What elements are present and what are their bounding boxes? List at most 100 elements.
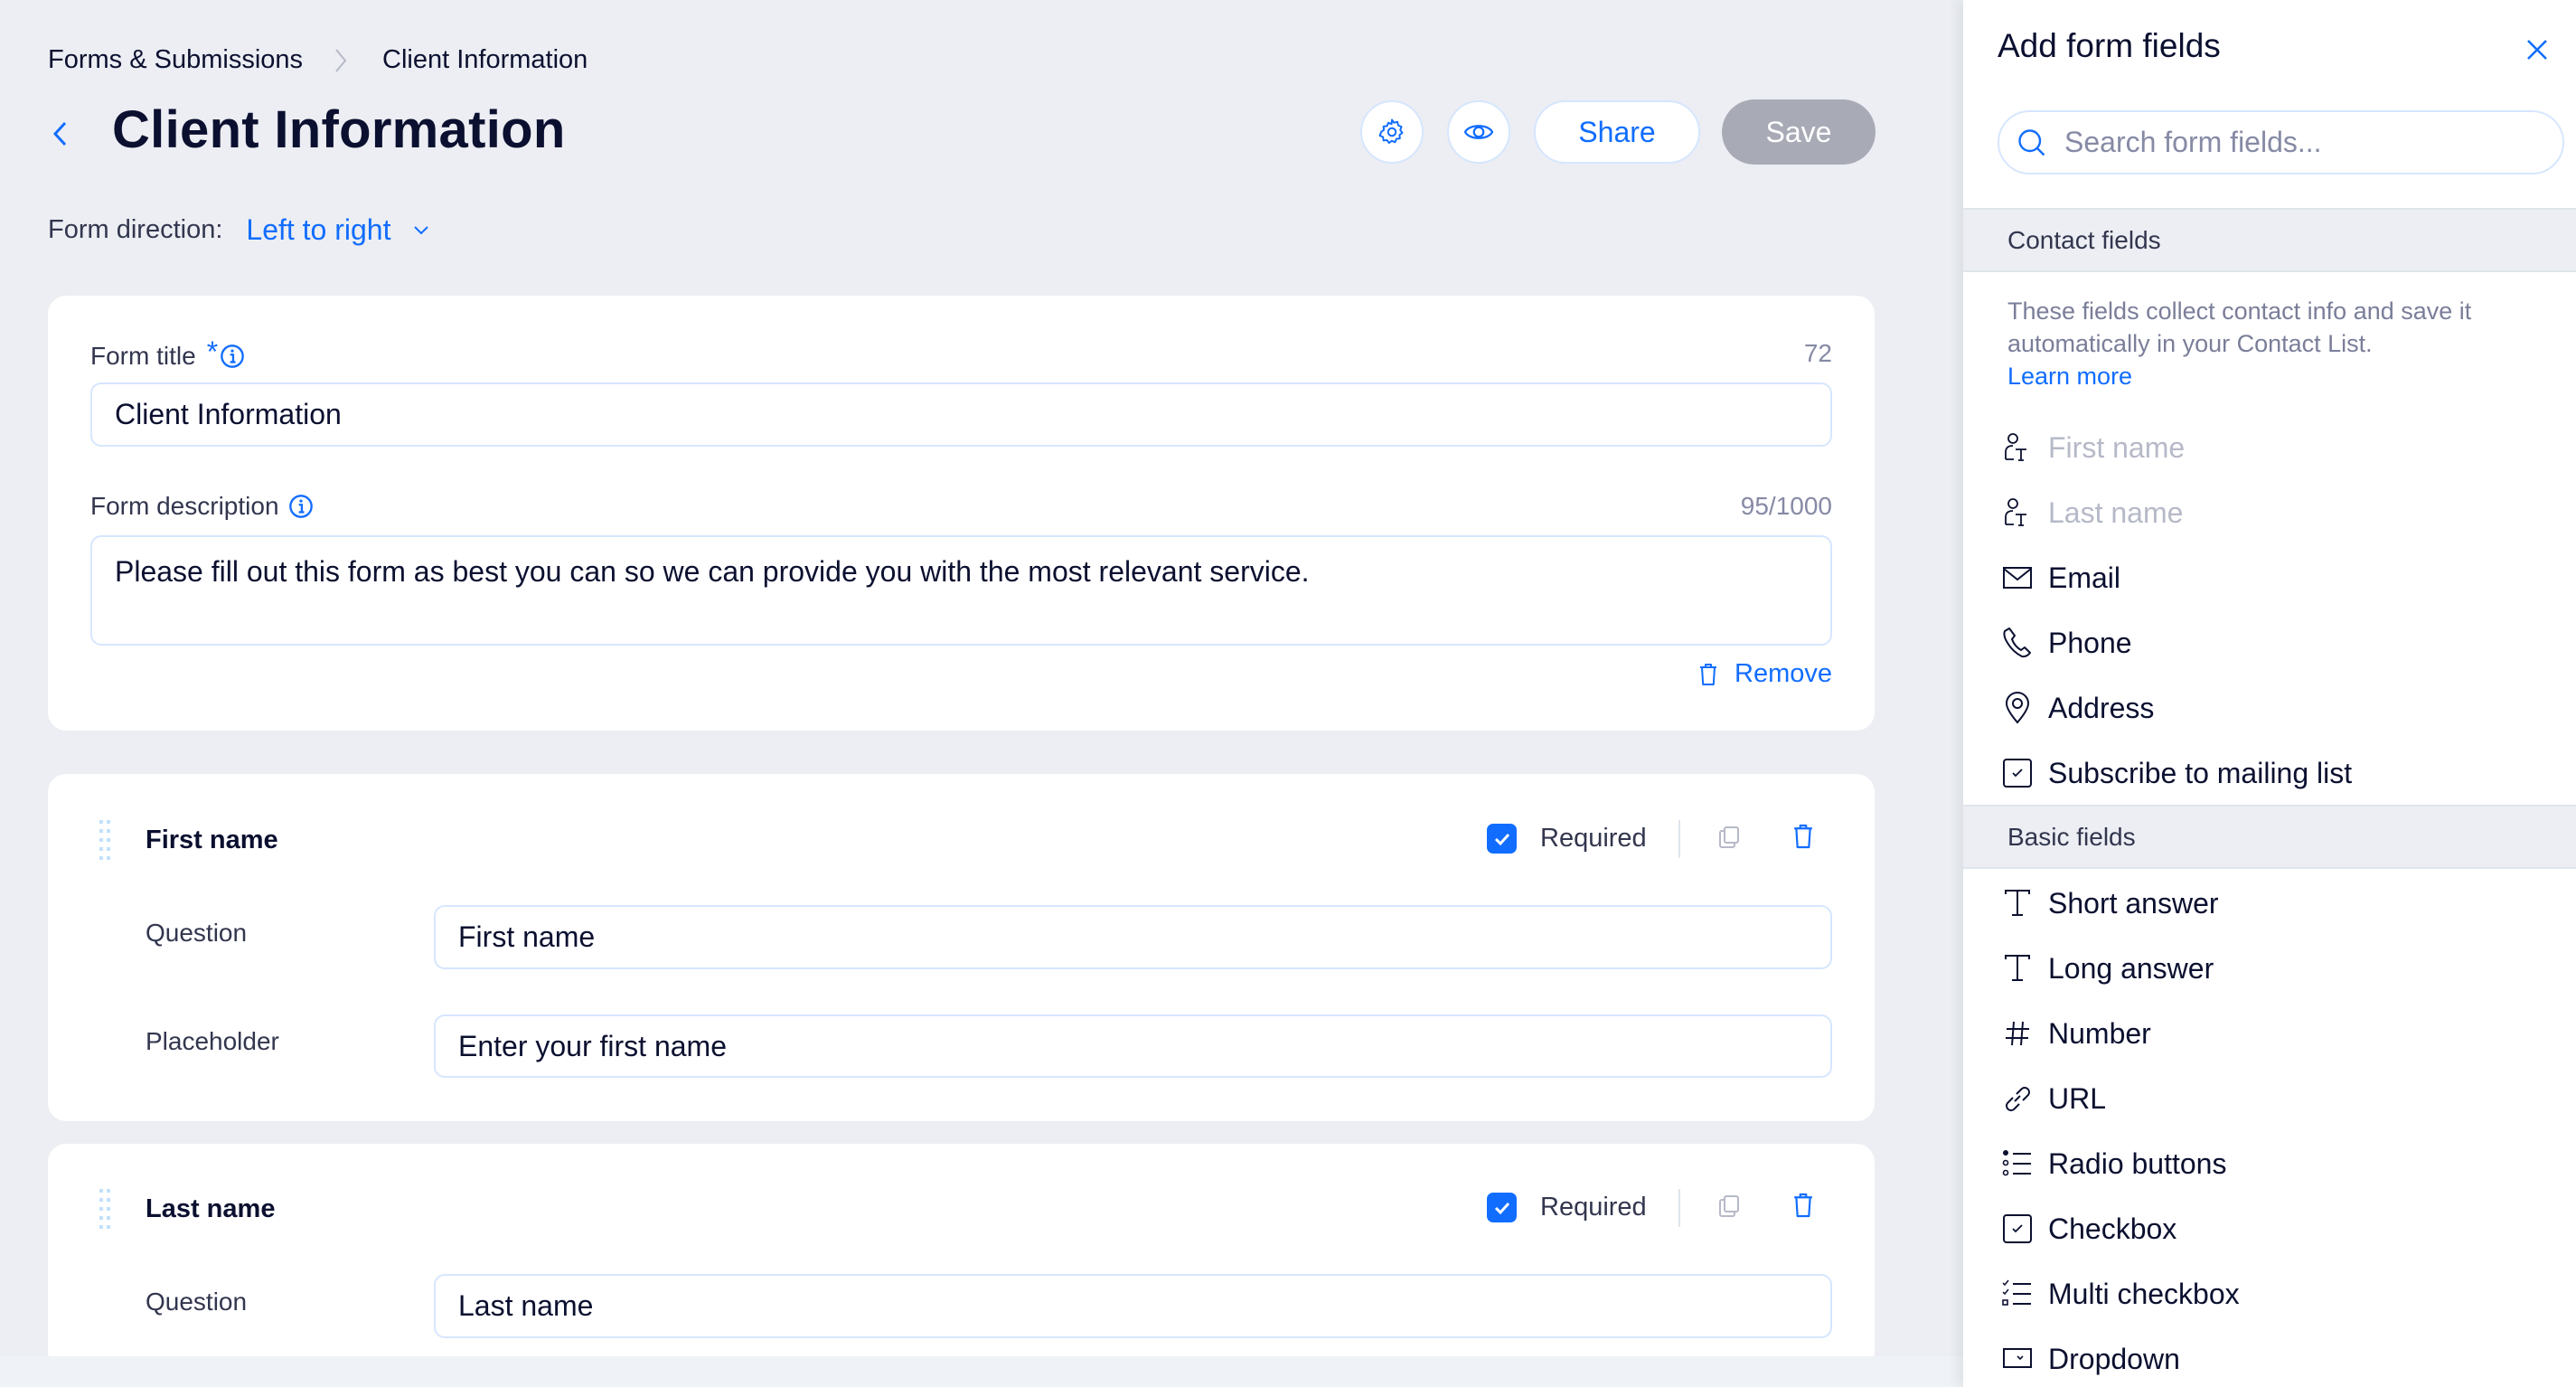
form-title-label-text: Form title	[90, 341, 196, 370]
panel-item-number[interactable]: Number	[1999, 1006, 2560, 1061]
question-input[interactable]: Last name	[434, 1274, 1832, 1338]
checkbox-checked[interactable]	[1487, 1193, 1517, 1222]
form-direction-dropdown[interactable]: Left to right	[246, 213, 430, 247]
form-direction: Form direction: Left to right	[48, 213, 430, 247]
form-description-label: Form description	[90, 492, 314, 521]
panel-item-label: Long answer	[2048, 951, 2214, 985]
person-text-icon	[1999, 495, 2035, 531]
panel-item-subscribe[interactable]: Subscribe to mailing list	[1999, 746, 2560, 800]
delete-field-button[interactable]	[1792, 1192, 1819, 1223]
page-title: Client Information	[112, 100, 566, 159]
required-checkbox[interactable]: Required	[1487, 824, 1647, 854]
text-t-icon	[1999, 885, 2035, 921]
link-icon	[1999, 1080, 2035, 1117]
share-button[interactable]: Share	[1534, 100, 1700, 164]
dropdown-icon	[1999, 1341, 2035, 1377]
panel-item-label: Phone	[2048, 626, 2132, 659]
form-title-input[interactable]: Client Information	[90, 382, 1832, 447]
drag-dots-icon	[99, 1189, 110, 1229]
required-label: Required	[1540, 1193, 1647, 1222]
form-description-counter: 95/1000	[1740, 492, 1832, 520]
panel-item-label: URL	[2048, 1081, 2107, 1115]
panel-title: Add form fields	[1998, 27, 2221, 64]
duplicate-icon	[1719, 826, 1739, 848]
divider	[1678, 820, 1680, 858]
panel-item-long-answer[interactable]: Long answer	[1999, 941, 2560, 995]
search-placeholder: Search form fields...	[2064, 126, 2322, 158]
breadcrumb: Forms & Submissions Client Information	[48, 45, 588, 75]
contact-fields-description: These fields collect contact info and sa…	[2007, 295, 2550, 392]
field-card-last-name: Last name Required Question Last name	[48, 1144, 1875, 1370]
radio-list-icon	[1999, 1146, 2035, 1182]
envelope-icon	[1999, 560, 2035, 596]
panel-item-dropdown[interactable]: Dropdown	[1999, 1332, 2560, 1386]
back-button[interactable]	[47, 116, 71, 152]
panel-item-address[interactable]: Address	[1999, 681, 2560, 735]
chevron-left-icon	[52, 121, 67, 146]
add-form-fields-panel: Add form fields Search form fields... Co…	[1963, 0, 2576, 1387]
panel-item-last-name[interactable]: Last name	[1999, 486, 2560, 540]
panel-item-checkbox[interactable]: Checkbox	[1999, 1202, 2560, 1256]
phone-icon	[1999, 625, 2035, 661]
drag-handle[interactable]	[99, 1189, 112, 1231]
save-button[interactable]: Save	[1722, 99, 1876, 165]
form-title-label: Form title *	[90, 335, 245, 373]
eye-icon	[1463, 125, 1494, 139]
learn-more-link[interactable]: Learn more	[2007, 360, 2550, 392]
drag-handle[interactable]	[99, 820, 112, 862]
checkmark-icon	[1494, 1202, 1509, 1214]
search-input[interactable]: Search form fields...	[1998, 110, 2564, 175]
remove-label: Remove	[1735, 659, 1832, 688]
question-input[interactable]: First name	[434, 905, 1832, 969]
form-editor-main: Forms & Submissions Client Information C…	[0, 0, 1963, 1387]
hash-icon	[1999, 1015, 2035, 1052]
checklist-icon	[1999, 1276, 2035, 1312]
basic-fields-header: Basic fields	[1963, 805, 2576, 869]
remove-description-button[interactable]: Remove	[1698, 659, 1832, 689]
gear-icon	[1378, 118, 1404, 145]
checkbox-icon	[1999, 755, 2035, 791]
panel-item-multi-checkbox[interactable]: Multi checkbox	[1999, 1267, 2560, 1321]
delete-field-button[interactable]	[1792, 823, 1819, 854]
checkbox-checked[interactable]	[1487, 824, 1517, 854]
form-direction-value: Left to right	[246, 213, 391, 246]
drag-dots-icon	[99, 820, 110, 860]
breadcrumb-current: Client Information	[382, 45, 588, 74]
placeholder-input[interactable]: Enter your first name	[434, 1014, 1832, 1078]
info-icon[interactable]	[288, 494, 314, 519]
required-label: Required	[1540, 824, 1647, 853]
close-panel-button[interactable]	[2524, 36, 2551, 63]
required-asterisk: *	[206, 335, 219, 368]
question-label: Question	[146, 919, 248, 947]
required-checkbox[interactable]: Required	[1487, 1193, 1647, 1222]
info-icon[interactable]	[220, 344, 245, 369]
field-title: Last name	[146, 1194, 276, 1223]
duplicate-button[interactable]	[1718, 1194, 1745, 1222]
placeholder-label: Placeholder	[146, 1027, 279, 1055]
form-description-textarea[interactable]: Please fill out this form as best you ca…	[90, 535, 1832, 646]
panel-item-phone[interactable]: Phone	[1999, 616, 2560, 670]
checkbox-icon	[1999, 1211, 2035, 1247]
panel-item-url[interactable]: URL	[1999, 1071, 2560, 1126]
search-icon	[2018, 128, 2045, 156]
chevron-down-icon	[414, 225, 429, 234]
panel-item-first-name[interactable]: First name	[1999, 420, 2560, 475]
panel-item-label: Subscribe to mailing list	[2048, 756, 2353, 789]
breadcrumb-parent[interactable]: Forms & Submissions	[48, 45, 303, 75]
panel-item-label: First name	[2048, 430, 2186, 464]
checkmark-icon	[1494, 833, 1509, 845]
duplicate-button[interactable]	[1718, 826, 1745, 854]
panel-item-email[interactable]: Email	[1999, 551, 2560, 605]
panel-item-label: Dropdown	[2048, 1342, 2180, 1375]
person-text-icon	[1999, 429, 2035, 466]
panel-item-short-answer[interactable]: Short answer	[1999, 876, 2560, 930]
divider	[1678, 1189, 1680, 1227]
preview-button[interactable]	[1447, 100, 1510, 164]
chevron-right-icon	[334, 47, 348, 74]
panel-item-label: Address	[2048, 691, 2155, 724]
panel-item-label: Last name	[2048, 495, 2184, 529]
settings-button[interactable]	[1360, 100, 1424, 164]
panel-item-radio-buttons[interactable]: Radio buttons	[1999, 1137, 2560, 1191]
duplicate-icon	[1719, 1195, 1739, 1217]
panel-item-label: Checkbox	[2048, 1212, 2177, 1245]
